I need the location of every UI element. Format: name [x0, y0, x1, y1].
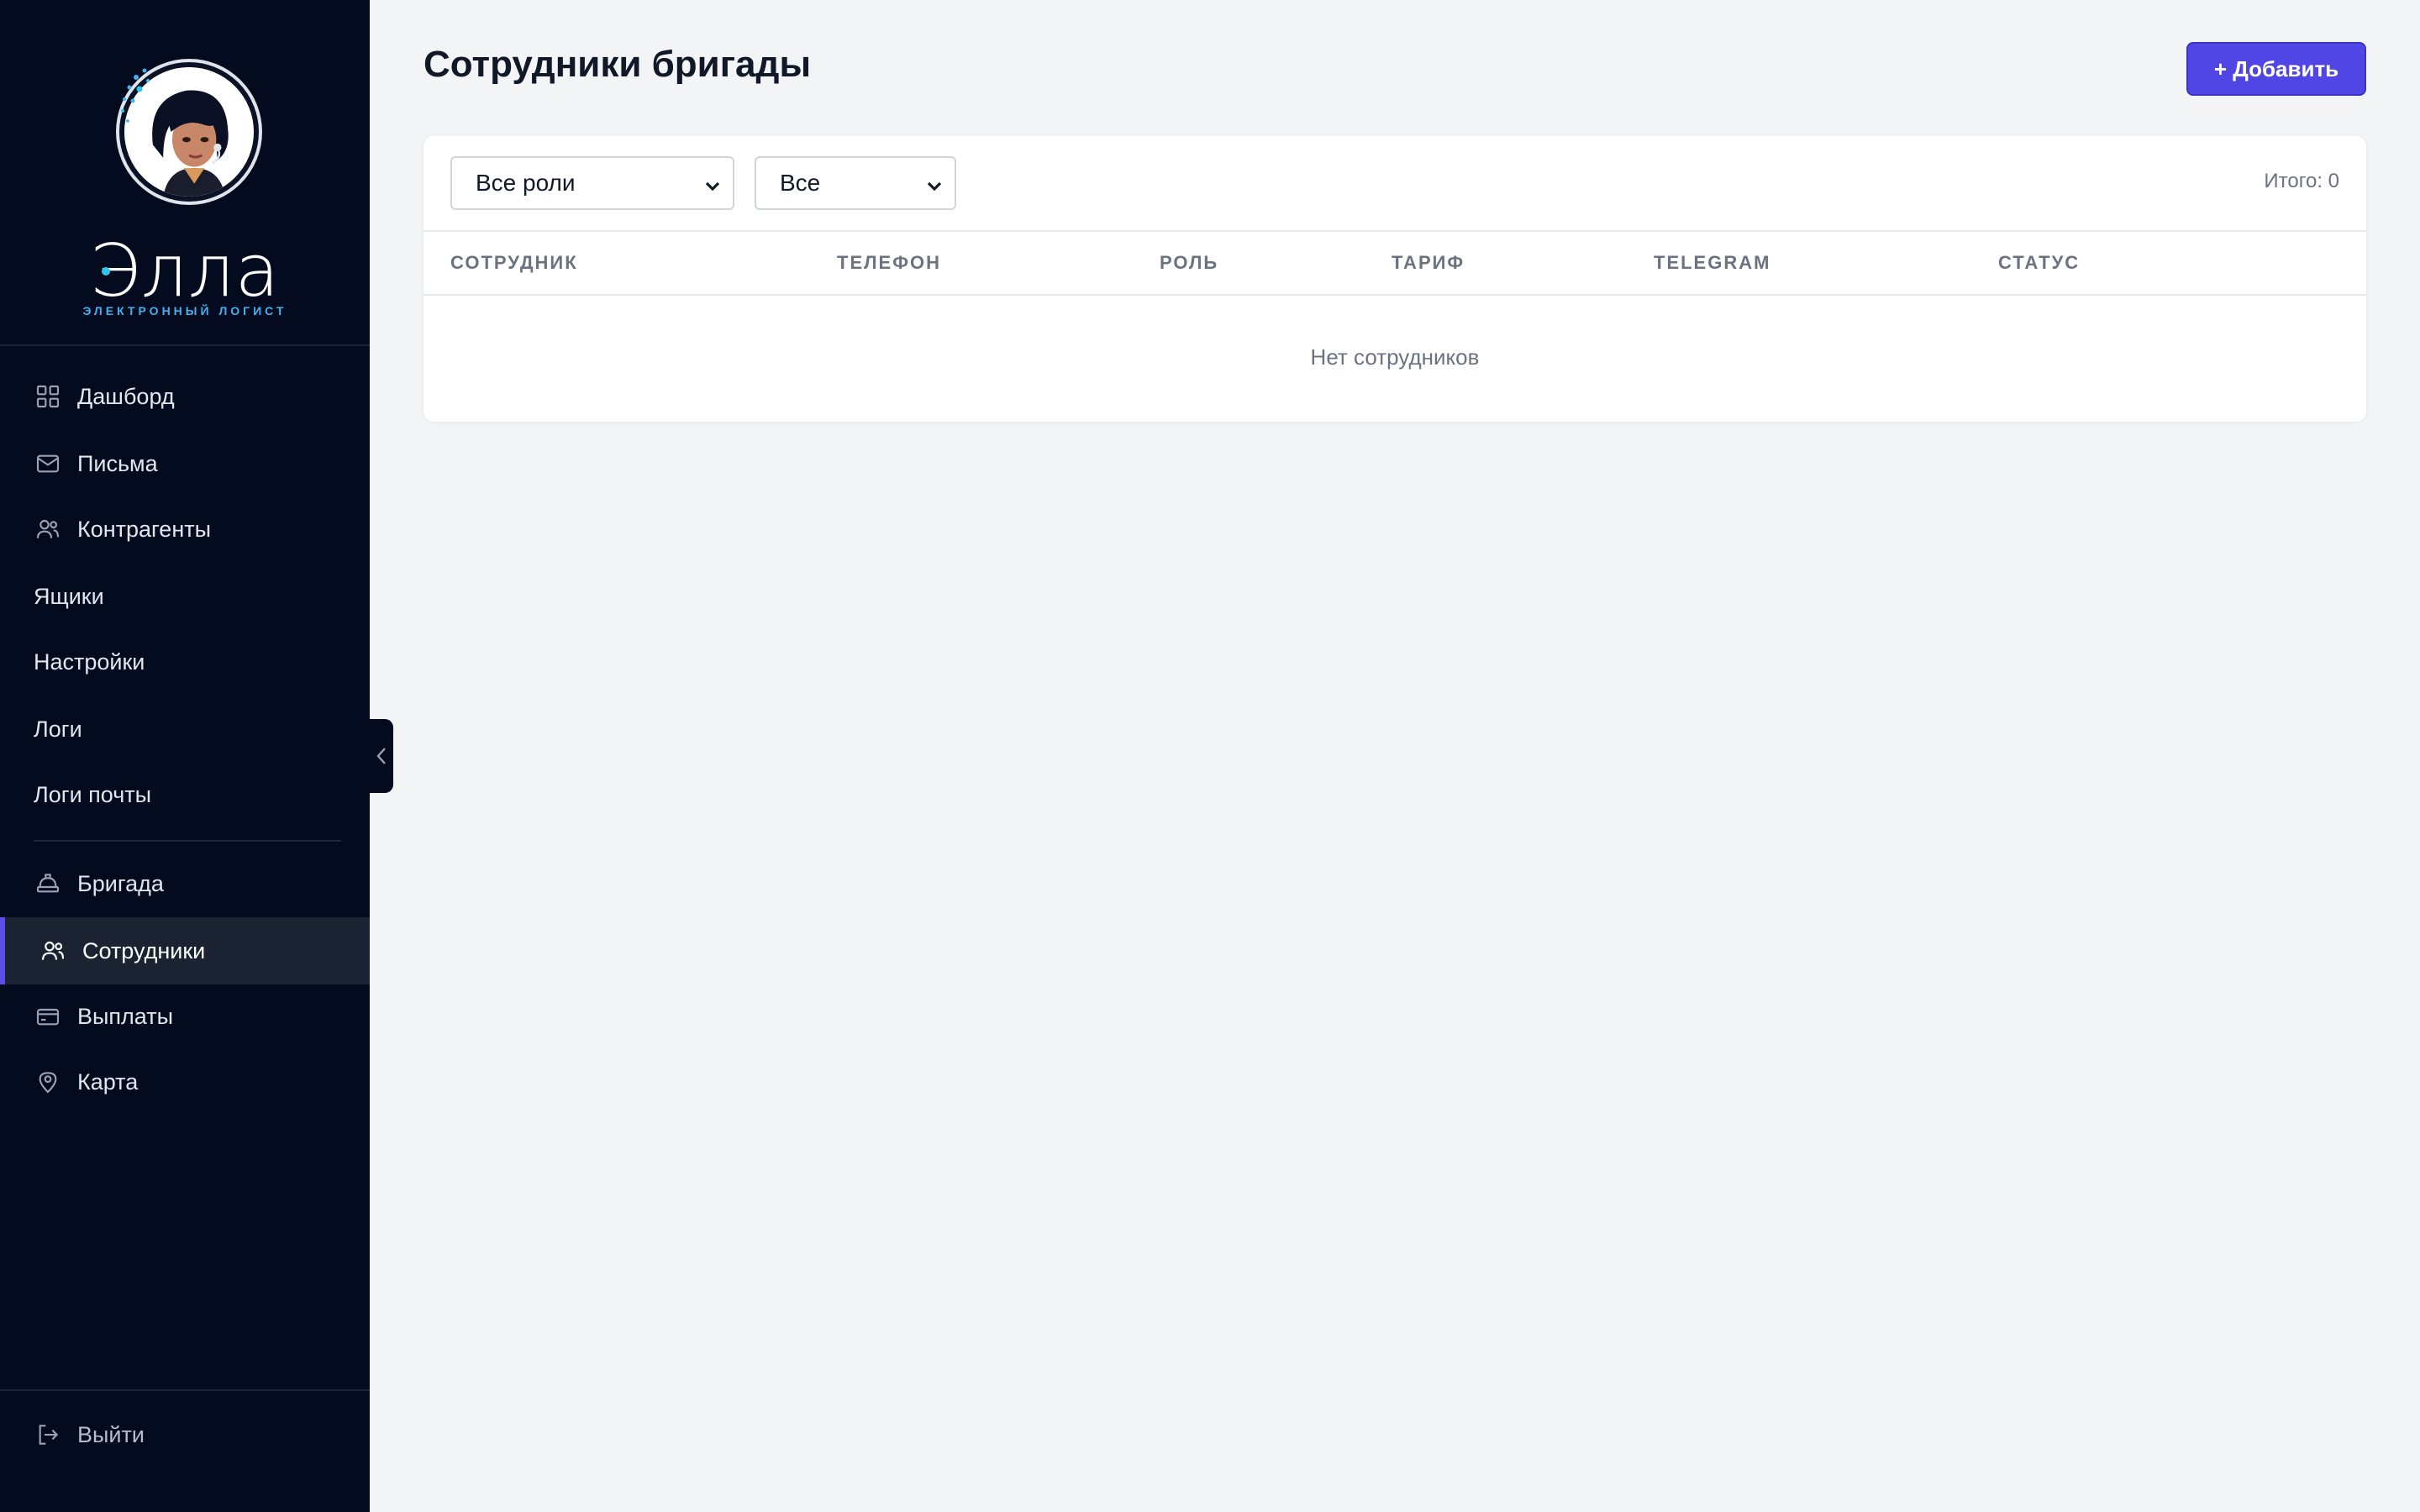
logout-divider [0, 1389, 370, 1391]
grid-icon [34, 382, 62, 411]
sidebar-item-label: Ящики [34, 583, 104, 609]
brand-dot [102, 267, 110, 276]
sidebar-item-label: Контрагенты [77, 516, 212, 542]
status-filter-select[interactable]: Все [755, 156, 956, 210]
sidebar-collapse-toggle[interactable] [370, 719, 393, 793]
users-icon [34, 515, 62, 543]
sidebar-item-mail-logs[interactable]: Логи почты [0, 761, 370, 828]
employees-table-card: Все роли Все Итого: 0 СОТРУДНИК ТЕЛЕФОН … [424, 136, 2366, 422]
sidebar-item-dashboard[interactable]: Дашборд [0, 363, 370, 430]
sidebar-item-contractors[interactable]: Контрагенты [0, 496, 370, 563]
column-header-status[interactable]: СТАТУС [1998, 252, 2080, 274]
sidebar-item-mail[interactable]: Письма [0, 430, 370, 497]
sidebar-item-label: Письма [77, 450, 158, 476]
total-count: Итого: 0 [2264, 170, 2339, 192]
sidebar-item-payouts[interactable]: Выплаты [0, 983, 370, 1050]
sidebar: Элла ЭЛЕКТРОННЫЙ ЛОГИСТ Дашборд Письма К… [0, 0, 370, 1512]
sidebar-item-label: Карта [77, 1068, 139, 1095]
sidebar-item-label: Настройки [34, 648, 145, 675]
role-filter-select[interactable]: Все роли [450, 156, 734, 210]
role-filter-value: Все роли [476, 170, 576, 196]
brand-subtitle: ЭЛЕКТРОННЫЙ ЛОГИСТ [82, 304, 287, 318]
sidebar-item-label: Логи почты [34, 781, 152, 807]
column-header-employee[interactable]: СОТРУДНИК [450, 252, 578, 274]
users-icon [39, 937, 67, 965]
chevron-down-icon [702, 175, 723, 195]
sidebar-item-label: Логи [34, 716, 82, 742]
column-header-role[interactable]: РОЛЬ [1160, 252, 1218, 274]
table-header: СОТРУДНИК ТЕЛЕФОН РОЛЬ ТАРИФ TELEGRAM СТ… [424, 230, 2366, 296]
sidebar-item-logs[interactable]: Логи [0, 696, 370, 763]
helmet-icon [34, 869, 62, 898]
sidebar-item-label: Дашборд [77, 383, 175, 409]
logout-icon [34, 1420, 62, 1449]
empty-state-text: Нет сотрудников [1310, 344, 1480, 370]
sidebar-item-label: Бригада [77, 870, 164, 896]
sidebar-item-mailboxes[interactable]: Ящики [0, 563, 370, 630]
sidebar-item-settings[interactable]: Настройки [0, 628, 370, 696]
chevron-down-icon [924, 175, 944, 195]
map-pin-icon [34, 1068, 62, 1096]
sparkle-dots-icon [121, 68, 150, 123]
brand-name: Элла [89, 229, 281, 313]
column-header-phone[interactable]: ТЕЛЕФОН [837, 252, 941, 274]
mail-icon [34, 449, 62, 478]
chevron-left-icon [376, 748, 386, 764]
column-header-telegram[interactable]: TELEGRAM [1654, 252, 1770, 274]
sidebar-item-brigade[interactable]: Бригада [0, 850, 370, 917]
logout-button[interactable]: Выйти [0, 1401, 370, 1468]
add-employee-button[interactable]: + Добавить [2186, 42, 2366, 96]
card-icon [34, 1002, 62, 1031]
logout-label: Выйти [77, 1421, 145, 1447]
sidebar-item-label: Выплаты [77, 1003, 173, 1029]
brand-logo: Элла ЭЛЕКТРОННЫЙ ЛОГИСТ [0, 0, 370, 346]
nav-divider [34, 840, 341, 842]
sidebar-item-employees[interactable]: Сотрудники [0, 917, 370, 984]
page-title: Сотрудники бригады [424, 44, 812, 85]
column-header-tariff[interactable]: ТАРИФ [1392, 252, 1465, 274]
status-filter-value: Все [780, 170, 821, 196]
sidebar-item-map[interactable]: Карта [0, 1048, 370, 1116]
sidebar-item-label: Сотрудники [82, 937, 206, 963]
